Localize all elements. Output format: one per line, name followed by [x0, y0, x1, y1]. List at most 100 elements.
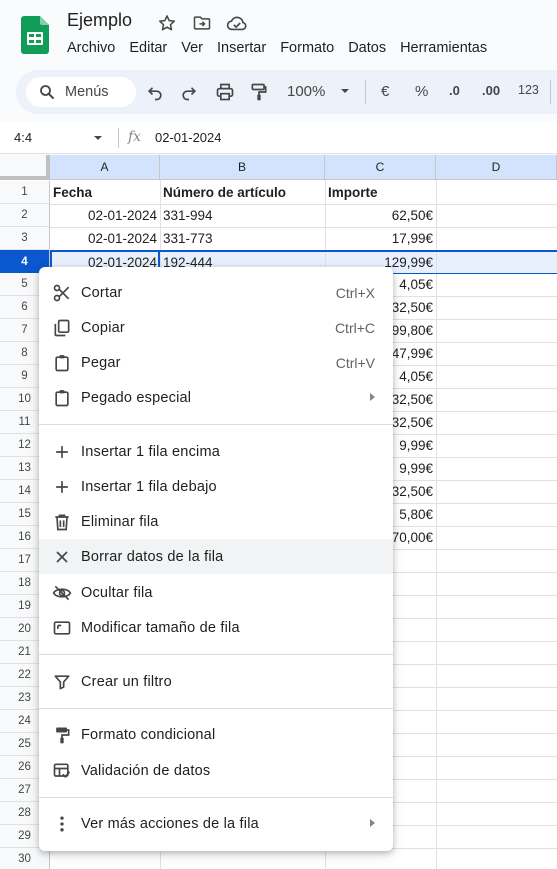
row-header-2[interactable]: 2: [0, 204, 50, 227]
menu-item-clear-row[interactable]: Borrar datos de la fila: [39, 539, 393, 574]
scissors-icon: [52, 283, 72, 303]
more-vert-icon: [52, 814, 72, 834]
cell-c3[interactable]: 17,99€: [325, 227, 436, 250]
toolbar: Menús 100% € % .0 .00 123: [16, 70, 557, 114]
menu-ver[interactable]: Ver: [181, 40, 203, 56]
cell-b2[interactable]: 331-994: [160, 204, 325, 227]
cell-a1[interactable]: Fecha: [50, 181, 160, 204]
menu-item-hide-row[interactable]: Ocultar fila: [39, 575, 393, 610]
submenu-arrow-icon: [370, 393, 375, 401]
currency-format-button[interactable]: €: [381, 83, 389, 100]
redo-icon[interactable]: [179, 82, 199, 102]
cell-a2[interactable]: 02-01-2024: [50, 204, 160, 227]
menu-herramientas[interactable]: Herramientas: [400, 40, 487, 56]
menu-insertar[interactable]: Insertar: [217, 40, 266, 56]
menu-item-more-row-actions[interactable]: Ver más acciones de la fila: [39, 806, 393, 841]
shortcut-label: Ctrl+V: [335, 354, 375, 371]
formula-bar-divider: [118, 128, 119, 148]
menu-item-label: Eliminar fila: [81, 513, 159, 530]
menu-item-paste[interactable]: Pegar Ctrl+V: [39, 345, 393, 380]
menu-editar[interactable]: Editar: [129, 40, 167, 56]
menu-item-label: Crear un filtro: [81, 673, 172, 690]
plus-icon: [52, 442, 72, 462]
submenu-arrow-icon: [370, 819, 375, 827]
menu-item-insert-row-below[interactable]: Insertar 1 fila debajo: [39, 469, 393, 504]
column-header-a[interactable]: A: [50, 155, 160, 180]
menu-divider: [39, 797, 393, 798]
menu-item-conditional-format[interactable]: Formato condicional: [39, 717, 393, 752]
menu-item-create-filter[interactable]: Crear un filtro: [39, 664, 393, 699]
validation-icon: [52, 761, 72, 781]
row-context-menu: Cortar Ctrl+X Copiar Ctrl+C Pegar Ctrl+V…: [39, 267, 393, 851]
percent-format-button[interactable]: %: [415, 83, 428, 100]
menu-bar: Archivo Editar Ver Insertar Formato Dato…: [67, 40, 501, 56]
star-icon[interactable]: [157, 13, 177, 33]
sheets-logo-icon[interactable]: [21, 16, 49, 54]
clipboard-icon: [52, 353, 72, 373]
column-header-d[interactable]: D: [436, 155, 557, 180]
menu-item-label: Copiar: [81, 319, 125, 336]
gridline: [436, 180, 437, 869]
number-format-button[interactable]: 123: [518, 83, 539, 97]
row-header-3[interactable]: 3: [0, 227, 50, 250]
fx-icon: fx: [128, 129, 142, 145]
decrease-decimals-button[interactable]: .0: [449, 83, 460, 98]
menu-item-cut[interactable]: Cortar Ctrl+X: [39, 275, 393, 310]
plus-icon: [52, 477, 72, 497]
menu-item-delete-row[interactable]: Eliminar fila: [39, 504, 393, 539]
close-icon: [52, 547, 72, 567]
cell-c2[interactable]: 62,50€: [325, 204, 436, 227]
eye-off-icon: [52, 583, 72, 603]
menus-search[interactable]: Menús: [26, 77, 136, 107]
cell-a3[interactable]: 02-01-2024: [50, 227, 160, 250]
menu-item-label: Pegar: [81, 354, 121, 371]
cloud-saved-icon[interactable]: [226, 13, 247, 33]
menu-item-label: Borrar datos de la fila: [81, 548, 224, 565]
menu-item-label: Validación de datos: [81, 762, 211, 779]
menu-item-insert-row-above[interactable]: Insertar 1 fila encima: [39, 434, 393, 469]
menu-datos[interactable]: Datos: [348, 40, 386, 56]
undo-icon[interactable]: [145, 82, 165, 102]
menu-item-label: Ver más acciones de la fila: [81, 815, 259, 832]
zoom-dropdown-icon[interactable]: [338, 84, 358, 104]
menu-formato[interactable]: Formato: [280, 40, 334, 56]
clipboard-icon: [52, 388, 72, 408]
row-header-1[interactable]: 1: [0, 181, 50, 204]
shortcut-label: Ctrl+X: [335, 284, 375, 301]
column-header-c[interactable]: C: [325, 155, 436, 180]
shortcut-label: Ctrl+C: [334, 319, 375, 336]
menu-item-label: Pegado especial: [81, 389, 192, 406]
move-folder-icon[interactable]: [192, 13, 212, 33]
menu-item-data-validation[interactable]: Validación de datos: [39, 753, 393, 788]
column-header-b[interactable]: B: [160, 155, 325, 180]
print-icon[interactable]: [215, 82, 235, 102]
cell-b1[interactable]: Número de artículo: [160, 181, 325, 204]
menu-item-label: Insertar 1 fila encima: [81, 443, 220, 460]
paint-format-icon[interactable]: [249, 82, 269, 102]
menu-item-label: Cortar: [81, 284, 123, 301]
menu-item-paste-special[interactable]: Pegado especial: [39, 380, 393, 415]
toolbar-divider: [365, 80, 366, 104]
name-box-dropdown-icon[interactable]: [92, 132, 104, 144]
increase-decimals-button[interactable]: .00: [482, 83, 500, 98]
menu-divider: [39, 708, 393, 709]
menu-item-label: Modificar tamaño de fila: [81, 619, 240, 636]
toolbar-divider: [550, 80, 551, 104]
menu-archivo[interactable]: Archivo: [67, 40, 115, 56]
formula-input[interactable]: 02-01-2024: [155, 130, 222, 145]
select-all-corner[interactable]: [0, 155, 50, 180]
cell-b3[interactable]: 331-773: [160, 227, 325, 250]
cell-c1[interactable]: Importe: [325, 181, 436, 204]
menu-item-copy[interactable]: Copiar Ctrl+C: [39, 310, 393, 345]
document-title[interactable]: Ejemplo: [67, 10, 132, 31]
name-box[interactable]: 4:4: [14, 130, 32, 145]
menu-item-label: Formato condicional: [81, 726, 216, 743]
formula-bar: 4:4 fx 02-01-2024: [0, 122, 557, 154]
zoom-select[interactable]: 100%: [287, 83, 325, 100]
trash-icon: [52, 512, 72, 532]
menu-divider: [39, 424, 393, 425]
menu-item-label: Ocultar fila: [81, 584, 153, 601]
row-header-30[interactable]: 30: [0, 848, 50, 869]
search-icon: [40, 85, 54, 99]
menu-item-resize-row[interactable]: Modificar tamaño de fila: [39, 610, 393, 645]
